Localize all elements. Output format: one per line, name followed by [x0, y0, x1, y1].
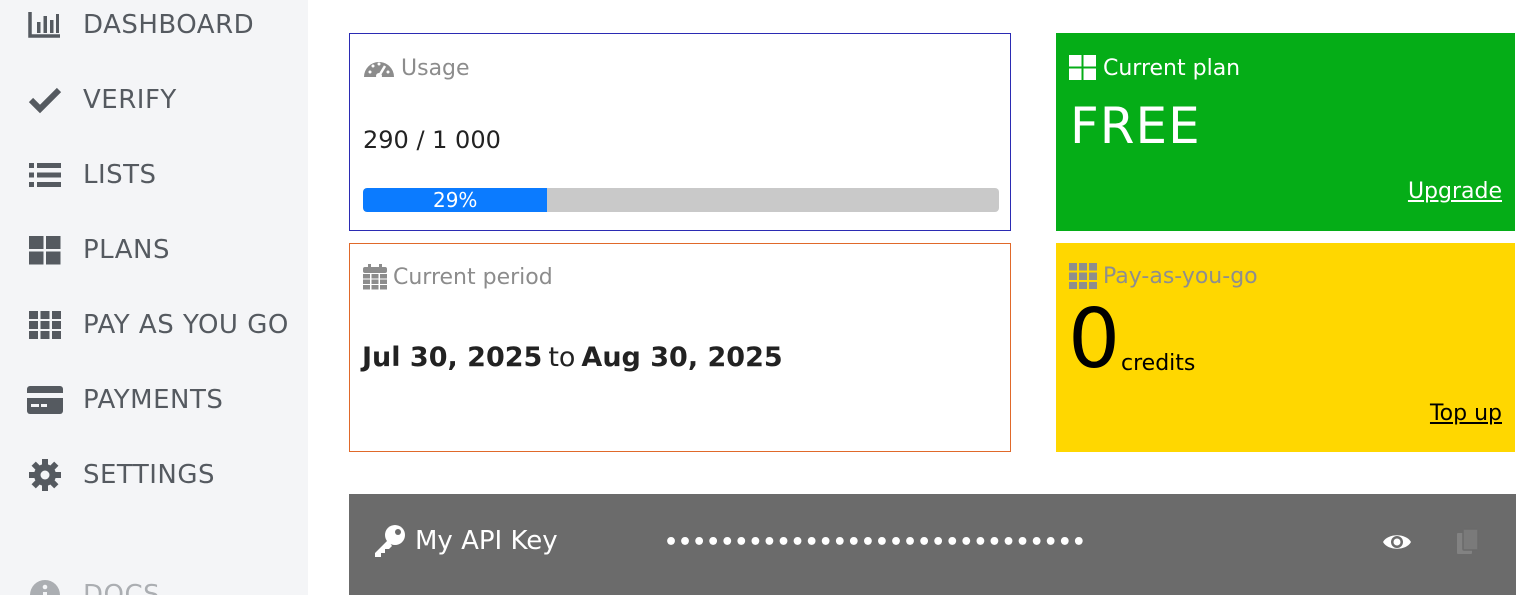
windows-grid-icon — [1069, 55, 1097, 81]
api-key-title: My API Key — [415, 526, 558, 556]
grid-small-icon — [27, 307, 63, 343]
sidebar-item-label: PLANS — [83, 235, 170, 265]
period-connector: to — [548, 342, 576, 373]
sidebar-item-label: PAYMENTS — [83, 385, 224, 415]
usage-progress-bar: 29% — [363, 188, 999, 212]
usage-progress-label: 29% — [432, 188, 478, 212]
bar-chart-icon — [27, 7, 63, 43]
calendar-icon — [363, 264, 387, 290]
sidebar-item-dashboard[interactable]: DASHBOARD — [0, 0, 308, 53]
sidebar-item-lists[interactable]: LISTS — [0, 147, 308, 203]
info-icon — [27, 577, 63, 595]
usage-card-title: Usage — [401, 56, 470, 81]
eye-icon — [1382, 532, 1412, 556]
show-key-button[interactable] — [1381, 528, 1413, 560]
speedometer-icon — [363, 57, 395, 81]
sidebar-item-label: LISTS — [83, 160, 157, 190]
api-key-bar: My API Key •••••••••••••••••••••••••••••… — [349, 494, 1516, 595]
usage-card: Usage 290 / 1 000 29% — [349, 33, 1011, 231]
current-period-card: Current period Jul 30, 2025 to Aug 30, 202… — [349, 243, 1011, 452]
grid-large-icon — [27, 232, 63, 268]
period-end: Aug 30, 2025 — [581, 342, 783, 373]
plan-card-title: Current plan — [1103, 55, 1241, 81]
credit-card-icon — [27, 382, 63, 418]
sidebar-item-label: SETTINGS — [83, 460, 216, 490]
usage-value: 290 / 1 000 — [363, 126, 501, 154]
check-icon — [27, 82, 63, 118]
sidebar-item-label: PAY AS YOU GO — [83, 310, 289, 340]
payg-card-title: Pay-as-you-go — [1103, 263, 1258, 289]
sidebar-item-label: VERIFY — [83, 85, 177, 115]
period-range: Jul 30, 2025 to Aug 30, 2025 — [362, 342, 783, 373]
sidebar-item-label: DASHBOARD — [83, 10, 255, 40]
period-card-title: Current period — [393, 264, 553, 290]
payg-card-header: Pay-as-you-go — [1069, 263, 1258, 289]
pay-as-you-go-card: Pay-as-you-go 0 credits Top up — [1056, 243, 1515, 452]
sidebar-item-settings[interactable]: SETTINGS — [0, 447, 308, 503]
key-icon — [373, 524, 407, 558]
grid-small-icon — [1069, 263, 1097, 289]
api-key-value: •••••••••••••••••••••••••••••• — [664, 530, 1086, 555]
sidebar-item-docs[interactable]: DOCS — [0, 567, 308, 595]
sidebar-item-plans[interactable]: PLANS — [0, 222, 308, 278]
period-card-header: Current period — [363, 264, 553, 290]
sidebar: DASHBOARD VERIFY LISTS PLANS PAY AS YOU … — [0, 0, 308, 595]
sidebar-item-verify[interactable]: VERIFY — [0, 72, 308, 128]
plan-card-header: Current plan — [1069, 55, 1240, 81]
current-plan-card: Current plan FREE Upgrade — [1056, 33, 1515, 231]
upgrade-link[interactable]: Upgrade — [1408, 179, 1502, 204]
top-up-link[interactable]: Top up — [1430, 401, 1502, 426]
copy-key-button[interactable] — [1455, 528, 1481, 560]
sidebar-item-label: DOCS — [83, 580, 161, 595]
credits-count: 0 — [1068, 292, 1121, 387]
plan-name: FREE — [1070, 97, 1201, 155]
period-start: Jul 30, 2025 — [362, 342, 543, 373]
usage-card-header: Usage — [363, 56, 470, 81]
credits-unit: credits — [1121, 351, 1196, 376]
gear-icon — [27, 457, 63, 493]
sidebar-item-payments[interactable]: PAYMENTS — [0, 372, 308, 428]
usage-progress-fill: 29% — [363, 188, 548, 212]
list-icon — [27, 157, 63, 193]
copy-icon — [1456, 528, 1480, 560]
api-key-header: My API Key — [373, 524, 558, 558]
sidebar-item-pay-as-you-go[interactable]: PAY AS YOU GO — [0, 297, 308, 353]
